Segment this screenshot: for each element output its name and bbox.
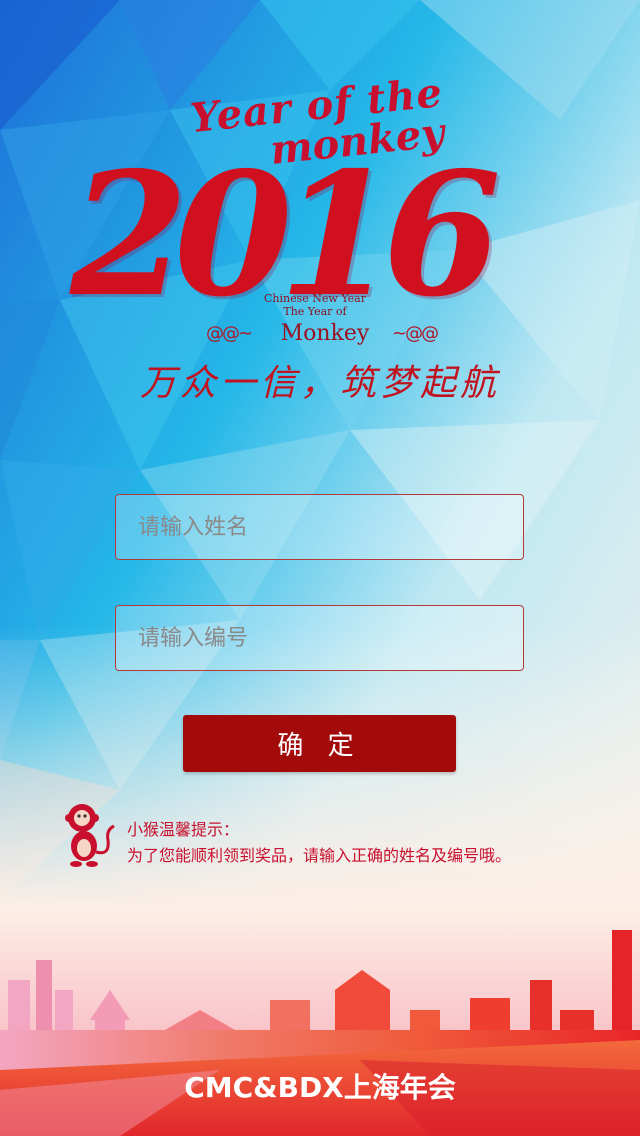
swirl-left-icon: @@~	[206, 323, 253, 344]
name-input[interactable]	[115, 494, 524, 560]
monkey-icon	[65, 804, 115, 867]
cny-line-2: The Year of	[283, 305, 347, 318]
swirl-right-icon: ~@@	[392, 323, 439, 344]
slogan: 万众一信，筑梦起航	[139, 363, 500, 404]
tip-title: 小猴温馨提示：	[127, 820, 240, 839]
cny-monkey: Monkey	[280, 321, 370, 346]
cny-line-1: Chinese New Year	[264, 292, 366, 305]
tip-text: 为了您能顺利领到奖品，请输入正确的姓名及编号哦。	[127, 846, 512, 865]
confirm-button[interactable]: 确 定	[183, 715, 456, 772]
id-input[interactable]	[115, 605, 524, 671]
footer-title: CMC&BDX上海年会	[184, 1071, 456, 1104]
